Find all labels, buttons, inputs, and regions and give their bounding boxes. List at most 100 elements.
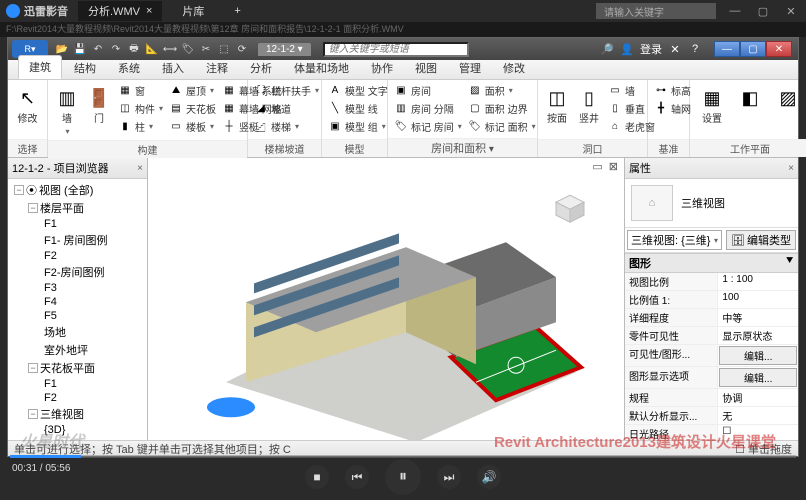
undo-icon[interactable]: ↶	[90, 41, 106, 57]
panel-room-title[interactable]: 房间和面积 ▾	[388, 138, 537, 157]
measure-icon[interactable]: 📐	[144, 41, 160, 57]
win-min-button[interactable]: —	[714, 41, 740, 57]
set-workplane-button[interactable]: ▦设置	[694, 82, 730, 127]
tree-item[interactable]: F3	[10, 281, 145, 295]
tab-manage[interactable]: 管理	[449, 57, 491, 79]
expander-icon[interactable]: −	[14, 185, 24, 195]
tree-item[interactable]: 室外地坪	[10, 341, 145, 359]
show-plane-button[interactable]: ◧	[732, 82, 768, 114]
tree-item[interactable]: F2-房间图例	[10, 263, 145, 281]
progress-bar[interactable]	[10, 455, 796, 458]
volume-button[interactable]: 🔊	[477, 465, 501, 489]
help-search-input[interactable]	[323, 42, 469, 57]
prop-value[interactable]: 协调	[718, 389, 798, 406]
view3d-icon[interactable]: ⬚	[216, 41, 232, 57]
canvas-close-icon[interactable]: ⊠	[609, 160, 618, 173]
railing-button[interactable]: ⛶栏杆扶手▾	[252, 82, 321, 99]
component-button[interactable]: ◫构件▾	[116, 100, 165, 117]
edit-type-button[interactable]: 🗄编辑类型	[726, 230, 796, 250]
prev-button[interactable]: ⏮	[345, 465, 369, 489]
win-close-button[interactable]: ✕	[766, 41, 792, 57]
prop-value[interactable]: 显示原状态	[718, 327, 798, 344]
player-tab-add[interactable]: +	[224, 3, 250, 19]
login-link[interactable]: 登录	[640, 41, 662, 57]
browser-close-icon[interactable]: ×	[137, 163, 143, 174]
player-search-input[interactable]: 请输入关键字	[596, 3, 716, 19]
sync-icon[interactable]: ⟳	[234, 41, 250, 57]
prop-row[interactable]: 比例值 1:100	[625, 291, 798, 309]
door-button[interactable]: 🚪门	[84, 82, 114, 127]
tab-systems[interactable]: 系统	[108, 57, 150, 79]
room-button[interactable]: ▣房间	[392, 82, 464, 99]
ceiling-button[interactable]: ▤天花板	[167, 100, 218, 117]
prop-row[interactable]: 可见性/图形...编辑...	[625, 345, 798, 367]
prop-value-button[interactable]: 编辑...	[719, 346, 797, 365]
model-text-button[interactable]: A模型 文字	[326, 82, 390, 99]
tab-view[interactable]: 视图	[405, 57, 447, 79]
roof-button[interactable]: ⛰屋顶▾	[167, 82, 218, 99]
area-boundary-button[interactable]: ▢面积 边界	[466, 100, 538, 117]
tab-collaborate[interactable]: 协作	[361, 57, 403, 79]
byface-button[interactable]: ◫按面	[542, 82, 572, 127]
cat-graphics[interactable]: 图形⯆	[625, 253, 798, 273]
tree-item[interactable]: F1- 房间图例	[10, 231, 145, 249]
grid-button[interactable]: ╋轴网	[652, 100, 693, 117]
tab-analyze[interactable]: 分析	[240, 57, 282, 79]
player-max-icon[interactable]: ▢	[754, 5, 772, 18]
tab-modify[interactable]: 修改	[493, 57, 535, 79]
prop-row[interactable]: 规程协调	[625, 389, 798, 407]
window-button[interactable]: ▦窗	[116, 82, 165, 99]
tab-annotate[interactable]: 注释	[196, 57, 238, 79]
player-tab-library[interactable]: 片库	[172, 1, 214, 21]
level-button[interactable]: ⊶标高	[652, 82, 693, 99]
tree-item[interactable]: F2	[10, 391, 145, 405]
tag-icon[interactable]: 🏷	[180, 41, 196, 57]
ramp-button[interactable]: ◢坡道	[252, 100, 321, 117]
help-icon[interactable]: ?	[688, 42, 702, 56]
tab-massing[interactable]: 体量和场地	[284, 57, 359, 79]
section-icon[interactable]: ✂	[198, 41, 214, 57]
redo-icon[interactable]: ↷	[108, 41, 124, 57]
save-icon[interactable]: 💾	[72, 41, 88, 57]
stair-button[interactable]: 𓊍楼梯▾	[252, 118, 321, 135]
properties-grid[interactable]: 图形⯆ 视图比例1 : 100比例值 1:100详细程度中等零件可见性显示原状态…	[625, 253, 798, 440]
project-tree[interactable]: −⦿ 视图 (全部) −楼层平面 F1 F1- 房间图例 F2 F2-房间图例 …	[8, 179, 147, 440]
shaft-button[interactable]: ▯竖井	[574, 82, 604, 127]
prop-row[interactable]: 视图比例1 : 100	[625, 273, 798, 291]
prop-value[interactable]: 1 : 100	[718, 273, 798, 290]
prop-value[interactable]: 无	[718, 407, 798, 424]
view-canvas[interactable]: ▭ ⊠ ↖	[148, 158, 625, 440]
column-button[interactable]: ▮柱▾	[116, 118, 165, 135]
infocenter-icon[interactable]: 🔎	[600, 42, 614, 56]
tree-item[interactable]: F4	[10, 295, 145, 309]
tab-close-icon[interactable]: ×	[146, 5, 152, 17]
floor-button[interactable]: ▭楼板▾	[167, 118, 218, 135]
prop-value-button[interactable]: 编辑...	[719, 368, 797, 387]
tree-item[interactable]: F5	[10, 309, 145, 323]
expander-icon[interactable]: −	[28, 203, 38, 213]
wall-button[interactable]: ▥墙▾	[52, 82, 82, 138]
canvas-restore-icon[interactable]: ▭	[592, 160, 602, 173]
tree-item[interactable]: F1	[10, 377, 145, 391]
tag-room-button[interactable]: 🏷标记 房间▾	[392, 118, 464, 135]
props-close-icon[interactable]: ×	[788, 163, 794, 174]
prop-row[interactable]: 详细程度中等	[625, 309, 798, 327]
room-sep-button[interactable]: ▥房间 分隔	[392, 100, 464, 117]
prop-row[interactable]: 零件可见性显示原状态	[625, 327, 798, 345]
play-pause-button[interactable]: ⏸	[385, 459, 421, 495]
prop-row[interactable]: 图形显示选项编辑...	[625, 367, 798, 389]
dim-icon[interactable]: ⟷	[162, 41, 178, 57]
prop-value[interactable]: 100	[718, 291, 798, 308]
tab-structure[interactable]: 结构	[64, 57, 106, 79]
user-icon[interactable]: 👤	[620, 42, 634, 56]
win-max-button[interactable]: ▢	[740, 41, 766, 57]
model-line-button[interactable]: ╲模型 线	[326, 100, 390, 117]
prop-row[interactable]: 默认分析显示...无	[625, 407, 798, 425]
tab-architecture[interactable]: 建筑	[18, 55, 62, 79]
tree-item[interactable]: 场地	[10, 323, 145, 341]
tag-area-button[interactable]: 🏷标记 面积▾	[466, 118, 538, 135]
ref-plane-button[interactable]: ▨	[770, 82, 806, 114]
model-group-button[interactable]: ▣模型 组▾	[326, 118, 390, 135]
modify-button[interactable]: ↖修改	[12, 82, 43, 127]
prop-value[interactable]: 中等	[718, 309, 798, 326]
